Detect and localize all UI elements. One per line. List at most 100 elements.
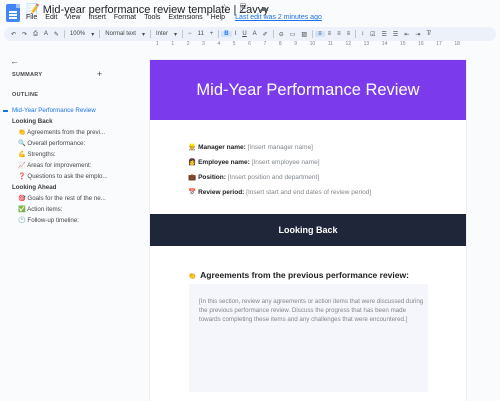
menu-file[interactable]: File [26, 14, 37, 26]
zoom-select[interactable]: 100% [67, 31, 88, 37]
ruler-tick: 3 [202, 41, 205, 47]
line-spacing-icon[interactable]: ↕ [358, 31, 367, 37]
toolbar-divider [182, 30, 184, 38]
ruler-tick: 10 [309, 41, 316, 47]
ruler-tick: 16 [418, 41, 424, 47]
field-placeholder[interactable]: [Insert manager name] [248, 144, 313, 151]
ruler-tick: 13 [363, 41, 370, 47]
align-right-icon[interactable]: ≡ [334, 31, 344, 37]
agreements-heading[interactable]: 👏 Agreements from the previous performan… [188, 270, 409, 280]
menu-extensions[interactable]: Extensions [168, 14, 202, 26]
instruction-box[interactable]: [In this section, review any agreements … [189, 284, 428, 392]
info-field[interactable]: 📅 Review period: [Insert start and end da… [188, 185, 458, 200]
field-placeholder[interactable]: [Insert start and end dates of review pe… [246, 189, 371, 196]
bold-button[interactable]: B [221, 31, 232, 37]
ruler-tick: 4 [217, 41, 221, 47]
title-banner: Mid-Year Performance Review [150, 60, 466, 120]
indent-increase-icon[interactable]: ⇥ [412, 31, 423, 38]
ruler-tick: 2 [186, 41, 190, 47]
justify-icon[interactable]: ≡ [344, 31, 354, 37]
highlight-icon[interactable]: ✐ [260, 31, 271, 38]
ruler-tick: 5 [232, 41, 236, 47]
document-outline-sidebar: ← SUMMARY + OUTLINE Mid-Year Performance… [0, 50, 140, 401]
menu-insert[interactable]: Insert [88, 14, 106, 26]
style-select[interactable]: Normal text [102, 31, 139, 37]
menu-format[interactable]: Format [114, 14, 136, 26]
align-left-icon[interactable]: ≡ [315, 31, 325, 37]
section-heading[interactable]: Looking Back [278, 225, 337, 235]
outline-item[interactable]: Mid-Year Performance Review [0, 105, 140, 116]
toolbar: ↶ ↷ ⎙ A ✎ 100% ▾ Normal text ▾ Inter ▾ −… [4, 27, 496, 41]
print-icon[interactable]: ⎙ [30, 31, 41, 38]
ruler-tick: 7 [263, 41, 267, 47]
font-size-decrease-icon[interactable]: − [185, 31, 195, 37]
menu-edit[interactable]: Edit [45, 14, 57, 26]
field-emoji-icon: 📅 [188, 189, 197, 196]
ruler-tick: 14 [381, 41, 388, 47]
ruler-tick: 1 [156, 41, 159, 47]
text-color-icon[interactable]: A [250, 31, 260, 37]
image-icon[interactable]: ▨ [298, 31, 310, 38]
toolbar-divider [99, 30, 101, 38]
docs-logo-icon[interactable] [6, 4, 20, 22]
outline-item[interactable]: Looking Back [0, 116, 140, 127]
redo-icon[interactable]: ↷ [19, 31, 30, 38]
menu-help[interactable]: Help [211, 14, 225, 26]
numbered-list-icon[interactable]: ☰ [390, 31, 401, 38]
outline-item[interactable]: 📈 Areas for improvement: [0, 160, 140, 171]
toolbar-divider [63, 30, 65, 38]
field-placeholder[interactable]: [Insert position and department] [228, 174, 319, 181]
back-arrow-icon[interactable]: ← [10, 56, 19, 66]
ruler[interactable]: 1 1 2 3 4 5 6 7 8 9 10 11 12 13 14 15 16 17 18 [150, 41, 466, 49]
chevron-down-icon[interactable]: ▾ [171, 31, 180, 38]
clear-formatting-icon[interactable]: T̸ [423, 31, 433, 37]
last-edit-link[interactable]: Last edit was 2 minutes ago [235, 14, 322, 26]
outline-item[interactable]: ✅ Action items: [0, 204, 140, 215]
paint-format-icon[interactable]: ✎ [51, 31, 62, 38]
field-label: Position: [198, 174, 226, 181]
chevron-down-icon[interactable]: ▾ [139, 31, 148, 38]
ruler-tick: 18 [454, 41, 460, 47]
font-select[interactable]: Inter [153, 31, 171, 37]
outline-item[interactable]: 🔍 Overall performance: [0, 138, 140, 149]
outline-item[interactable]: Looking Ahead [0, 182, 140, 193]
ruler-tick: 8 [278, 41, 282, 47]
spellcheck-icon[interactable]: A [41, 31, 51, 37]
toolbar-divider [150, 30, 151, 38]
document-heading[interactable]: Mid-Year Performance Review [196, 81, 419, 100]
toolbar-divider [312, 30, 314, 38]
outline-item[interactable]: 🎯 Goals for the rest of the ne... [0, 193, 140, 204]
comment-icon[interactable]: ▭ [287, 31, 299, 38]
link-icon[interactable]: ⊝ [276, 31, 287, 38]
checklist-icon[interactable]: ☑ [367, 31, 378, 38]
outline-item[interactable]: 🕐 Follow-up timeline: [0, 215, 140, 226]
font-size-input[interactable]: 11 [195, 31, 207, 37]
menu-view[interactable]: View [65, 14, 80, 26]
underline-icon[interactable]: U [239, 31, 249, 37]
info-field[interactable]: 👷 Manager name: [Insert manager name] [188, 140, 458, 155]
field-emoji-icon: 💼 [188, 174, 197, 181]
outline-item[interactable]: ❓ Questions to ask the emplo... [0, 171, 140, 182]
title-action-icons[interactable]: ☆ ⎘ ☁ [220, 3, 273, 14]
info-field[interactable]: 💼 Position: [Insert position and departme… [188, 170, 458, 185]
field-placeholder[interactable]: [Insert employee name] [252, 159, 320, 166]
document-page[interactable]: Mid-Year Performance Review 👷 Manager nam… [150, 60, 466, 401]
field-label: Employee name: [198, 159, 250, 166]
info-field[interactable]: 👩 Employee name: [Insert employee name] [188, 155, 458, 170]
outline-item[interactable]: 👏 Agreements from the previ... [0, 127, 140, 138]
chevron-down-icon[interactable]: ▾ [88, 31, 97, 38]
bulleted-list-icon[interactable]: ☰ [379, 31, 390, 38]
menu-tools[interactable]: Tools [144, 14, 160, 26]
info-fields: 👷 Manager name: [Insert manager name] 👩 Emp… [188, 140, 458, 200]
ruler-tick: 15 [399, 41, 406, 47]
italic-icon[interactable]: I [232, 31, 240, 37]
field-label: Review period: [198, 189, 245, 196]
undo-icon[interactable]: ↶ [8, 31, 19, 38]
outline-item[interactable]: 💪 Strengths: [0, 149, 140, 160]
add-summary-icon[interactable]: + [97, 69, 102, 79]
ruler-tick: 1 [171, 41, 175, 47]
section-banner: Looking Back [150, 214, 466, 246]
font-size-increase-icon[interactable]: + [207, 31, 217, 37]
align-center-icon[interactable]: ≡ [325, 31, 335, 37]
indent-decrease-icon[interactable]: ⇤ [401, 31, 412, 38]
